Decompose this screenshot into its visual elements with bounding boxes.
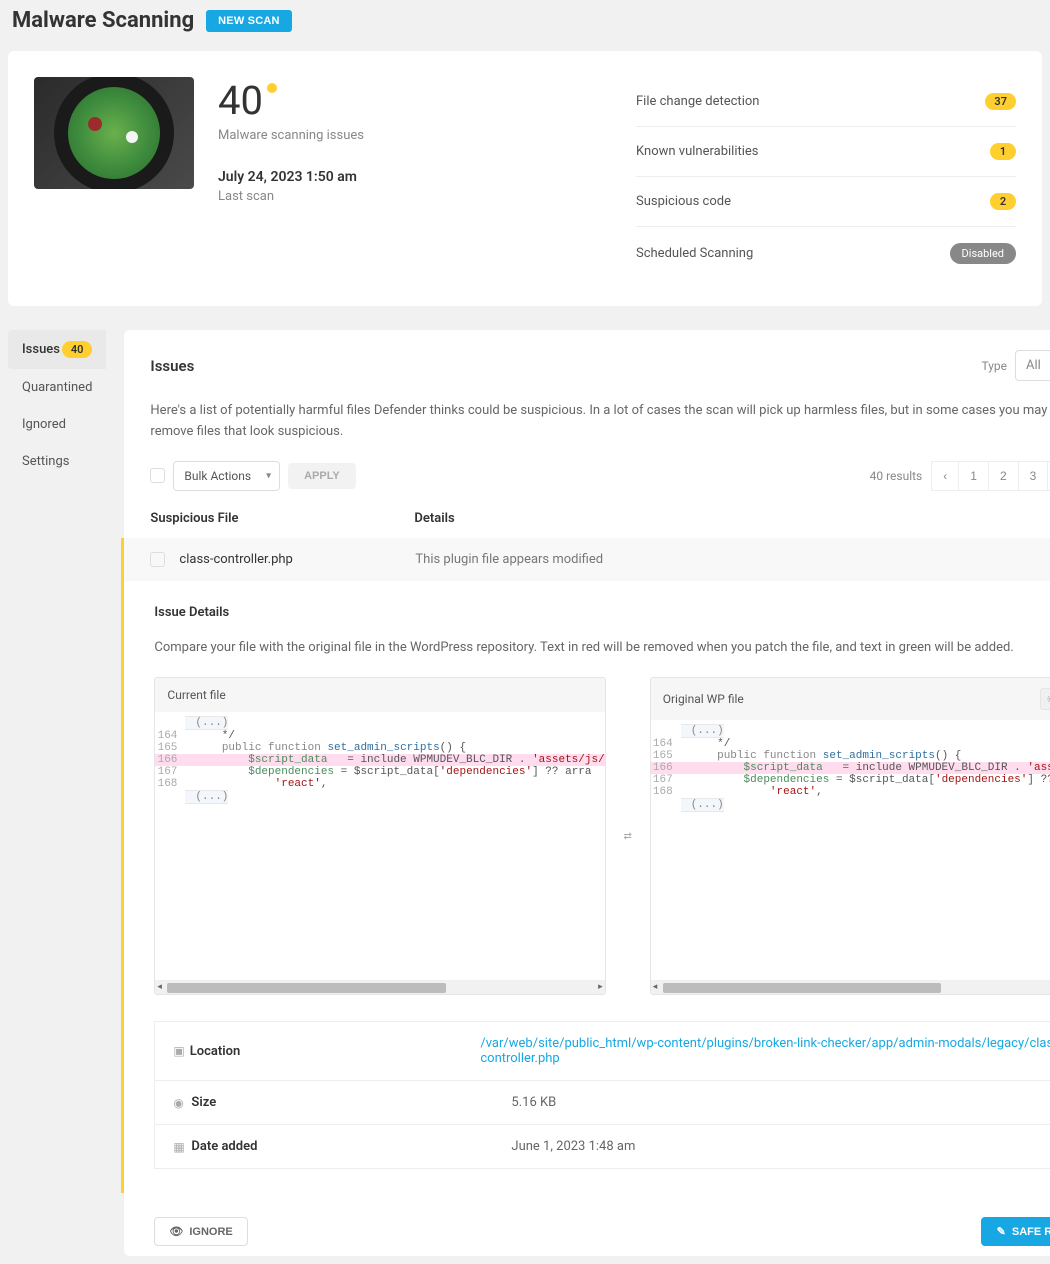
stat-badge: 1 — [990, 143, 1016, 160]
stat-badge: 2 — [990, 193, 1016, 210]
line-num: 167 — [155, 766, 185, 778]
apply-button[interactable]: APPLY — [288, 463, 356, 489]
pager-page-3[interactable]: 3 — [1018, 461, 1049, 491]
code-line: 'react', — [681, 786, 823, 798]
code-fold[interactable]: (...) — [681, 798, 724, 812]
sidebar-item-quarantined[interactable]: Quarantined — [8, 369, 106, 406]
warning-dot-icon — [267, 83, 277, 93]
code-line: 'react', — [185, 778, 327, 790]
sidebar-item-issues[interactable]: Issues 40 — [8, 330, 106, 369]
code-fold[interactable]: (...) — [185, 790, 228, 804]
sidebar-item-label: Quarantined — [22, 380, 92, 395]
code-line: */ — [681, 738, 731, 750]
issues-count-label: Malware scanning issues — [218, 128, 364, 143]
code-line: public function set_admin_scripts() { — [185, 742, 466, 754]
code-line: public function set_admin_scripts() { — [681, 750, 962, 762]
pager-page-2[interactable]: 2 — [988, 461, 1019, 491]
diff-current-label: Current file — [167, 688, 225, 702]
last-scan-label: Last scan — [218, 189, 364, 204]
eye-icon: ◉ — [173, 1096, 191, 1110]
code-line: $dependencies = $script_data['dependenci… — [185, 766, 591, 778]
safe-repair-button[interactable]: ✎ SAFE REPAIR — [981, 1217, 1050, 1246]
line-num: 166 — [651, 762, 681, 774]
page-title: Malware Scanning — [12, 8, 194, 33]
sidebar-item-label: Issues — [22, 342, 60, 357]
wrench-icon: ✎ — [997, 1225, 1006, 1238]
stat-badge: 37 — [985, 93, 1016, 110]
diff-current-file: Current file (...) 164 */ 165 public fun… — [154, 677, 605, 995]
line-num: 168 — [155, 778, 185, 790]
sidebar-item-settings[interactable]: Settings — [8, 443, 106, 480]
code-fold[interactable]: (...) — [681, 724, 724, 738]
stat-label: Known vulnerabilities — [636, 144, 759, 159]
code-line: $script_data = include WPMUDEV_BLC_DIR .… — [681, 762, 1050, 774]
section-title: Issues — [150, 357, 194, 375]
issue-row[interactable]: class-controller.php This plugin file ap… — [121, 538, 1050, 581]
horizontal-scrollbar[interactable]: ◂▸ — [155, 980, 604, 994]
row-detail: This plugin file appears modified — [415, 552, 1050, 567]
location-label: Location — [190, 1044, 481, 1059]
eye-off-icon: 👁 — [169, 1225, 183, 1238]
line-num: 165 — [651, 750, 681, 762]
stat-label: File change detection — [636, 94, 759, 109]
ignore-label: IGNORE — [189, 1226, 232, 1238]
size-label: Size — [191, 1095, 511, 1110]
section-description: Here's a list of potentially harmful fil… — [124, 401, 1050, 461]
sidebar-item-ignored[interactable]: Ignored — [8, 406, 106, 443]
row-checkbox[interactable] — [150, 552, 165, 567]
diff-original-file: Original WP file ☀ ☾ (...) 164 */ 165 pu… — [650, 677, 1050, 995]
diff-original-label: Original WP file — [663, 692, 744, 706]
scheduled-status-badge: Disabled — [950, 243, 1016, 264]
safe-repair-label: SAFE REPAIR — [1012, 1226, 1050, 1238]
code-line: $dependencies = $script_data['dependenci… — [681, 774, 1050, 786]
issues-count: 40 — [218, 77, 263, 124]
scheduled-scanning-label: Scheduled Scanning — [636, 246, 753, 261]
calendar-icon: ▦ — [173, 1140, 191, 1154]
date-added-label: Date added — [191, 1139, 511, 1154]
horizontal-scrollbar[interactable]: ◂▸ — [651, 980, 1050, 994]
line-num: 164 — [155, 730, 185, 742]
select-all-checkbox[interactable] — [150, 468, 165, 483]
thumbnail-image — [34, 77, 194, 189]
bulk-actions-select[interactable]: Bulk Actions ▾ — [173, 461, 280, 491]
line-num: 168 — [651, 786, 681, 798]
light-theme-icon[interactable]: ☀ — [1040, 688, 1050, 710]
bulk-actions-value: Bulk Actions — [184, 469, 251, 483]
summary-card: 40 Malware scanning issues July 24, 2023… — [8, 51, 1042, 306]
new-scan-button[interactable]: NEW SCAN — [206, 10, 292, 32]
pager-page-1[interactable]: 1 — [958, 461, 989, 491]
ignore-button[interactable]: 👁 IGNORE — [154, 1217, 247, 1246]
issue-detail-title: Issue Details — [154, 605, 1050, 620]
type-label: Type — [981, 359, 1007, 373]
sidebar-item-label: Settings — [22, 454, 69, 469]
code-line: $script_data = include WPMUDEV_BLC_DIR .… — [185, 754, 604, 766]
sidebar-item-badge: 40 — [62, 341, 93, 358]
stat-label: Suspicious code — [636, 194, 731, 209]
location-value[interactable]: /var/web/site/public_html/wp-content/plu… — [480, 1036, 1050, 1066]
sidebar-item-label: Ignored — [22, 417, 66, 432]
pager-prev-button[interactable]: ‹ — [931, 461, 959, 491]
column-header-file: Suspicious File — [150, 511, 414, 526]
folder-icon: ▣ — [173, 1044, 189, 1058]
chevron-down-icon: ▾ — [266, 470, 271, 481]
row-filename: class-controller.php — [179, 552, 415, 567]
diff-sync-icon: ⇄ — [618, 677, 638, 995]
column-header-details: Details — [414, 511, 454, 526]
code-original[interactable]: (...) 164 */ 165 public function set_adm… — [651, 720, 1050, 980]
last-scan-time: July 24, 2023 1:50 am — [218, 169, 364, 185]
results-count: 40 results — [870, 469, 923, 483]
size-value: 5.16 KB — [511, 1095, 556, 1110]
line-num: 165 — [155, 742, 185, 754]
code-line: */ — [185, 730, 235, 742]
type-select-value: All — [1026, 358, 1041, 373]
line-num: 167 — [651, 774, 681, 786]
line-num: 166 — [155, 754, 185, 766]
issue-detail-text: Compare your file with the original file… — [154, 638, 1050, 658]
code-current[interactable]: (...) 164 */ 165 public function set_adm… — [155, 712, 604, 980]
type-select[interactable]: All ▾ — [1015, 350, 1050, 381]
line-num: 164 — [651, 738, 681, 750]
date-added-value: June 1, 2023 1:48 am — [511, 1139, 635, 1154]
code-fold[interactable]: (...) — [185, 716, 228, 730]
